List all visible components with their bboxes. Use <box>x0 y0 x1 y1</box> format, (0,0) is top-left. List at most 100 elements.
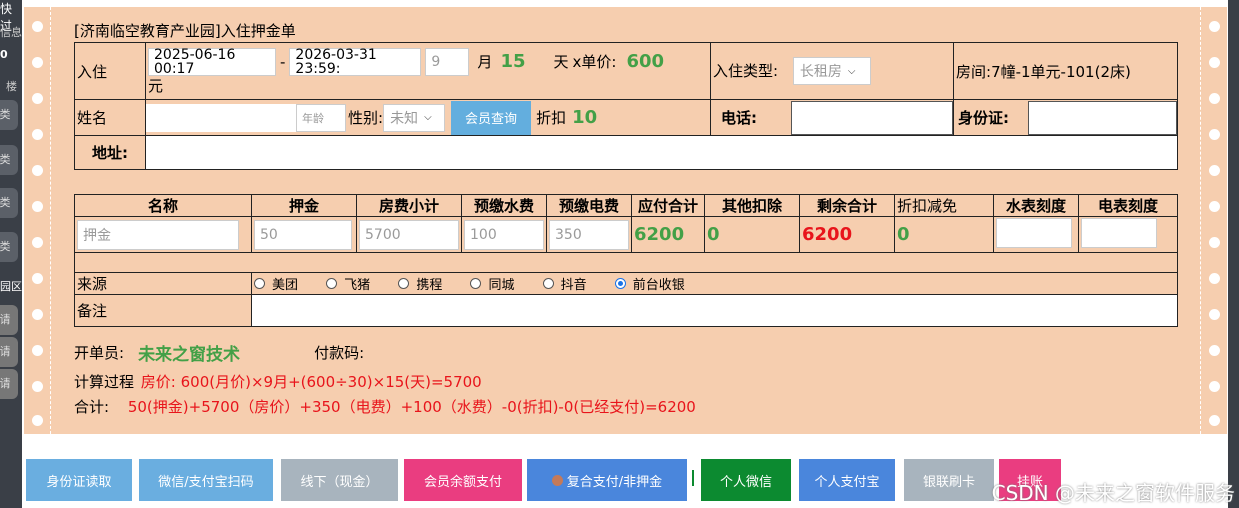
background-app-left-strip: 快过 信息 0 楼 类 类 类 类 园区 请 请 请 <box>0 0 22 508</box>
source-option-label: 同城 <box>488 278 515 293</box>
radio-icon <box>470 278 482 289</box>
source-option-label: 飞猪 <box>344 278 371 293</box>
total-label: 合计: <box>74 398 110 416</box>
separator <box>692 470 694 486</box>
day-unit: 天 <box>553 52 569 71</box>
checkin-end-input[interactable]: 2026-03-31 23:59: <box>289 48 422 76</box>
remark-label: 备注 <box>74 294 252 327</box>
fee-header: 预缴电费 <box>546 194 632 217</box>
combined-pay-label: 复合支付/非押金 <box>566 474 663 490</box>
operator-value: 未来之窗技术 <box>138 345 241 365</box>
right-perforation <box>1200 7 1227 434</box>
deposit-input[interactable]: 50 <box>254 219 352 250</box>
unit-price-label: x单价: <box>572 52 617 71</box>
fee-header: 水表刻度 <box>993 194 1079 217</box>
room-label: 房间: <box>956 62 992 81</box>
fee-header: 押金 <box>251 194 357 217</box>
calc-label: 计算过程 <box>74 373 135 391</box>
fee-header: 预缴水费 <box>461 194 547 217</box>
discount-value: 10 <box>572 107 598 128</box>
source-option-label: 美团 <box>272 278 299 293</box>
age-input[interactable]: 年龄 <box>296 103 346 132</box>
combined-pay-button[interactable]: 复合支付/非押金 <box>527 459 687 501</box>
left-strip-button[interactable]: 类 <box>0 145 18 175</box>
spacer-row <box>74 252 1178 273</box>
name-input[interactable] <box>146 103 296 132</box>
member-balance-pay-button[interactable]: 会员余额支付 <box>404 459 522 501</box>
fee-header: 名称 <box>74 194 252 217</box>
left-strip-button[interactable]: 请 <box>0 305 18 335</box>
left-strip-text: 园区 <box>0 280 22 293</box>
left-strip-button[interactable]: 请 <box>0 337 18 367</box>
source-option-tongcheng[interactable]: 同城 <box>470 274 514 293</box>
electric-fee-input[interactable]: 350 <box>549 219 629 250</box>
address-label: 地址: <box>74 135 146 170</box>
radio-selected-icon <box>614 278 626 289</box>
calc-row: 计算过程 房价: 600(月价)×9月+(600÷30)×15(天)=5700 <box>74 371 482 392</box>
remark-input[interactable] <box>251 294 1178 327</box>
total-row: 合计: 50(押金)+5700（房价）+350（电费）+100（水费）-0(折扣… <box>74 396 696 417</box>
left-strip-text: 0 <box>0 48 8 61</box>
month-unit: 月 <box>477 52 493 71</box>
room-value: 7幢-1单元-101(2床) <box>991 62 1131 81</box>
gender-value: 未知 <box>390 110 419 127</box>
source-option-label: 抖音 <box>560 278 587 293</box>
source-option-fliggy[interactable]: 飞猪 <box>326 274 370 293</box>
total-formula: 50(押金)+5700（房价）+350（电费）+100（水费）-0(折扣)-0(… <box>127 398 696 416</box>
checkin-type-label: 入住类型: <box>713 62 779 80</box>
phone-label: 电话: <box>721 109 757 127</box>
source-option-douyin[interactable]: 抖音 <box>542 274 587 293</box>
electric-meter-input[interactable] <box>1081 217 1157 248</box>
watermark: CSDN @未来之窗软件服务 <box>991 481 1235 505</box>
phone-input[interactable] <box>791 100 953 135</box>
personal-wechat-button[interactable]: 个人微信 <box>701 459 791 501</box>
water-fee-input[interactable]: 100 <box>464 219 544 250</box>
source-option-label: 前台收银 <box>632 278 685 293</box>
fee-header: 房费小计 <box>356 194 462 217</box>
left-strip-button[interactable]: 类 <box>0 232 18 262</box>
fee-header: 折扣减免 <box>894 194 994 217</box>
name-label: 姓名 <box>74 99 146 136</box>
checkin-start-input[interactable]: 2025-06-16 00:17 <box>148 48 276 76</box>
room-fee-input[interactable]: 5700 <box>359 219 459 250</box>
calc-formula: 房价: 600(月价)×9月+(600÷30)×15(天)=5700 <box>140 373 482 391</box>
left-strip-button[interactable]: 类 <box>0 100 18 130</box>
wechat-alipay-scan-button[interactable]: 微信/支付宝扫码 <box>139 459 273 501</box>
fee-header: 电表刻度 <box>1078 194 1178 217</box>
radio-icon <box>398 278 410 289</box>
offline-cash-button[interactable]: 线下（现金） <box>281 459 398 501</box>
address-input[interactable] <box>145 135 1178 170</box>
deposit-receipt-paper: [济南临空教育产业园]入住押金单 入住 2025-06-16 00:17 - 2… <box>24 7 1227 434</box>
id-card-input[interactable] <box>1028 100 1177 135</box>
left-strip-button[interactable]: 请 <box>0 369 18 399</box>
id-card-read-button[interactable]: 身份证读取 <box>26 459 132 501</box>
left-strip-text: 楼 <box>6 80 17 93</box>
water-meter-input[interactable] <box>996 217 1072 248</box>
radio-icon <box>254 278 265 289</box>
days-value: 15 <box>500 51 526 72</box>
checkin-type-select[interactable]: 长租房 ⌵ <box>792 57 871 85</box>
fee-name-input[interactable]: 押金 <box>77 219 239 250</box>
left-strip-button[interactable]: 类 <box>0 188 18 218</box>
remaining-total: 6200 <box>802 224 853 245</box>
personal-alipay-button[interactable]: 个人支付宝 <box>799 459 895 501</box>
discount-reduction: 0 <box>897 224 910 245</box>
source-option-label: 携程 <box>416 278 443 293</box>
other-deduction: 0 <box>707 224 720 245</box>
source-option-meituan[interactable]: 美团 <box>254 274 298 293</box>
radio-icon <box>326 278 338 289</box>
member-query-button[interactable]: 会员查询 <box>451 100 532 135</box>
yuan-unit: 元 <box>148 77 164 95</box>
form-title: [济南临空教育产业园]入住押金单 <box>74 22 296 40</box>
source-option-front-desk[interactable]: 前台收银 <box>614 274 685 293</box>
operator-label: 开单员: <box>74 344 125 362</box>
operator-row: 开单员: 未来之窗技术 付款码: <box>74 340 364 365</box>
unionpay-card-button[interactable]: 银联刷卡 <box>904 459 994 501</box>
gender-select[interactable]: 未知 ⌵ <box>383 103 446 132</box>
background-app-right-strip <box>1228 0 1239 508</box>
chevron-down-icon: ⌵ <box>847 65 856 77</box>
source-option-ctrip[interactable]: 携程 <box>398 274 442 293</box>
months-input[interactable]: 9 <box>425 48 470 76</box>
chevron-down-icon: ⌵ <box>424 112 432 123</box>
payable-total: 6200 <box>634 224 685 245</box>
